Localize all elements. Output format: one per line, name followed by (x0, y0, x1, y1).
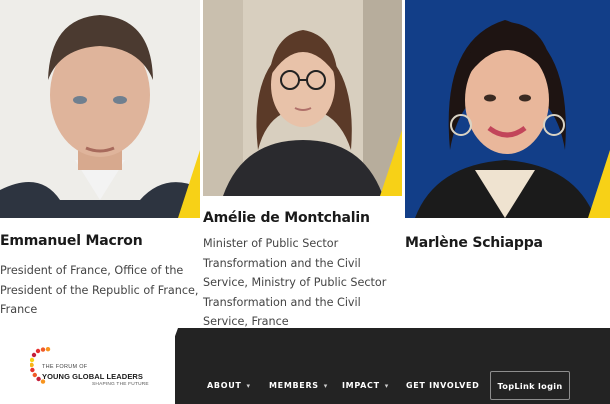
site-footer-nav: THE FORUM OF YOUNG GLOBAL LEADERS SHAPIN… (0, 328, 610, 404)
leader-photo[interactable] (203, 0, 402, 196)
toplink-login-button[interactable]: TopLink login (490, 371, 570, 400)
leader-name[interactable]: Amélie de Montchalin (203, 210, 370, 226)
logo-text-forum: THE FORUM OF (42, 364, 88, 370)
ygl-logo[interactable]: THE FORUM OF YOUNG GLOBAL LEADERS SHAPIN… (30, 347, 150, 392)
nav-impact[interactable]: IMPACT ▾ (342, 381, 389, 390)
leader-name[interactable]: Marlène Schiappa (405, 235, 543, 251)
chevron-down-icon: ▾ (323, 382, 328, 390)
logo-text-ygl: YOUNG GLOBAL LEADERS (42, 372, 144, 381)
nav-members[interactable]: MEMBERS ▾ (269, 381, 328, 390)
nav-label: ABOUT (207, 381, 242, 390)
accent-triangle (588, 150, 610, 218)
leader-photo[interactable] (0, 0, 200, 218)
nav-label: MEMBERS (269, 381, 319, 390)
nav-label: GET INVOLVED (406, 381, 480, 390)
nav-get-involved[interactable]: GET INVOLVED (406, 381, 480, 390)
leader-role: Minister of Public Sector Transformation… (203, 237, 387, 328)
leader-photo[interactable] (405, 0, 610, 218)
nav-about[interactable]: ABOUT ▾ (207, 381, 251, 390)
chevron-down-icon: ▾ (246, 382, 251, 390)
chevron-down-icon: ▾ (384, 382, 390, 390)
leader-name[interactable]: Emmanuel Macron (0, 233, 143, 249)
logo-text-tagline: SHAPING THE FUTURE (92, 382, 149, 387)
accent-triangle (380, 130, 402, 196)
nav-label: IMPACT (342, 381, 380, 390)
accent-triangle (178, 150, 200, 218)
leader-role: President of France, Office of the Presi… (0, 264, 199, 316)
